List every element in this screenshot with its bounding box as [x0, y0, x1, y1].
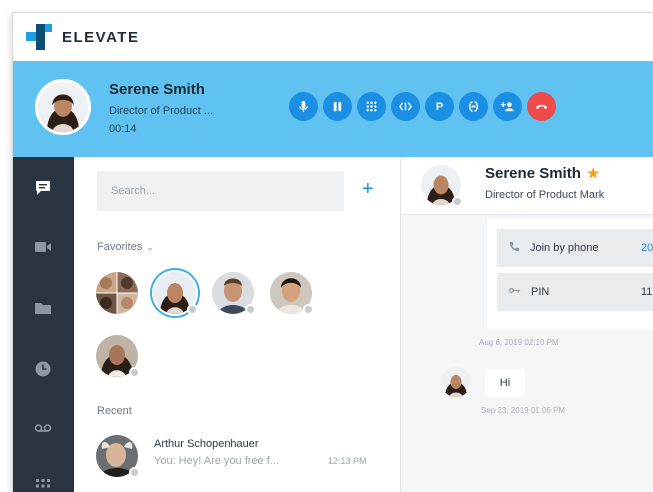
avatar: [96, 435, 140, 478]
pin-value: 11: [641, 286, 653, 298]
join-by-phone-value[interactable]: 20: [641, 242, 653, 254]
hold-button[interactable]: [323, 92, 352, 121]
mute-button[interactable]: [289, 92, 318, 121]
recent-message-preview: You: Hey! Are you free f...: [154, 455, 279, 467]
favorites-list: [96, 272, 314, 315]
call-duration: 00:14: [109, 123, 137, 135]
video-icon: [35, 242, 51, 252]
clock-icon: [35, 361, 51, 377]
search-placeholder: Search...: [111, 185, 156, 197]
search-input[interactable]: Search...: [97, 171, 344, 211]
transfer-icon: [398, 102, 413, 111]
grid-icon: [36, 479, 50, 488]
presence-status: [452, 196, 463, 207]
nav-rail: [13, 157, 74, 492]
voicemail-icon: [34, 424, 52, 432]
hangup-icon: [535, 104, 548, 109]
nav-messages[interactable]: [34, 179, 52, 197]
chat-header: Serene Smith ★ Director of Product Mark: [401, 157, 653, 215]
favorite-star-icon[interactable]: ★: [587, 165, 600, 181]
message-bubble: Hi: [485, 369, 525, 397]
favorites-list-row2: [96, 335, 140, 378]
chat-contact-name-text: Serene Smith: [485, 165, 581, 182]
recent-message-time: 12:13 PM: [328, 456, 367, 466]
presence-status: [129, 467, 140, 478]
transfer-button[interactable]: [391, 92, 420, 121]
end-call-button[interactable]: [527, 92, 556, 121]
favorite-group-avatar[interactable]: [96, 272, 138, 314]
recent-header: Recent: [97, 405, 132, 417]
chat-panel: Serene Smith ★ Director of Product Mark J…: [401, 157, 653, 492]
merge-icon: [469, 101, 478, 112]
app-window: ELEVATE Serene Smith Director of Product…: [12, 12, 653, 492]
chat-icon: [36, 181, 50, 195]
add-call-button[interactable]: [493, 92, 522, 121]
presence-status: [245, 304, 256, 315]
key-icon: [509, 286, 521, 298]
brand-name: ELEVATE: [62, 28, 140, 46]
contacts-panel: Search... + Favorites ⌄ Recent Arthur Sc…: [74, 157, 400, 492]
favorites-label: Favorites: [97, 241, 143, 253]
meeting-info-card: Join by phone 20 PIN 11: [487, 219, 653, 329]
pin-row: PIN 11: [497, 273, 653, 311]
caller-name: Serene Smith: [109, 81, 205, 98]
dialpad-icon: [366, 101, 377, 112]
chat-contact-avatar[interactable]: [421, 165, 463, 207]
elevate-logo-icon: [26, 24, 52, 50]
microphone-icon: [299, 100, 308, 113]
pause-icon: [333, 101, 342, 112]
active-call-bar: Serene Smith Director of Product ... 00:…: [13, 61, 653, 157]
nav-meetings[interactable]: [34, 238, 52, 256]
chat-contact-name: Serene Smith ★: [485, 165, 599, 182]
recent-conversation[interactable]: Arthur Schopenhauer You: Hey! Are you fr…: [96, 435, 396, 479]
caller-avatar: [35, 79, 91, 135]
favorites-header[interactable]: Favorites ⌄: [97, 241, 154, 253]
park-button[interactable]: P: [425, 92, 454, 121]
favorite-avatar-3[interactable]: [270, 272, 314, 315]
park-icon: P: [435, 100, 444, 113]
join-by-phone-label: Join by phone: [530, 242, 599, 254]
presence-status: [187, 304, 198, 315]
phone-icon: [509, 241, 520, 255]
nav-voicemail[interactable]: [34, 419, 52, 437]
presence-status: [303, 304, 314, 315]
nav-apps[interactable]: [34, 477, 52, 492]
pin-label: PIN: [531, 286, 550, 298]
brand-bar: ELEVATE: [13, 13, 653, 61]
presence-status: [129, 367, 140, 378]
folder-icon: [35, 303, 51, 314]
recent-contact-name: Arthur Schopenhauer: [154, 438, 259, 450]
message-avatar: [441, 367, 471, 397]
add-participant-icon: [500, 102, 514, 112]
caller-title: Director of Product ...: [109, 105, 213, 117]
merge-button[interactable]: [459, 92, 488, 121]
favorite-avatar-2[interactable]: [212, 272, 256, 315]
nav-files[interactable]: [34, 299, 52, 317]
chevron-down-icon: ⌄: [146, 242, 154, 252]
favorite-avatar-serene[interactable]: [154, 272, 198, 315]
message-timestamp: Aug 6, 2019 02:10 PM: [479, 338, 559, 347]
add-contact-button[interactable]: +: [362, 179, 374, 199]
favorite-avatar-4[interactable]: [96, 335, 140, 378]
message-timestamp: Sep 23, 2019 01:06 PM: [481, 406, 566, 415]
keypad-button[interactable]: [357, 92, 386, 121]
chat-contact-title: Director of Product Mark: [485, 189, 605, 201]
call-controls: P: [289, 92, 556, 121]
nav-history[interactable]: [34, 360, 52, 378]
join-by-phone-row[interactable]: Join by phone 20: [497, 229, 653, 267]
